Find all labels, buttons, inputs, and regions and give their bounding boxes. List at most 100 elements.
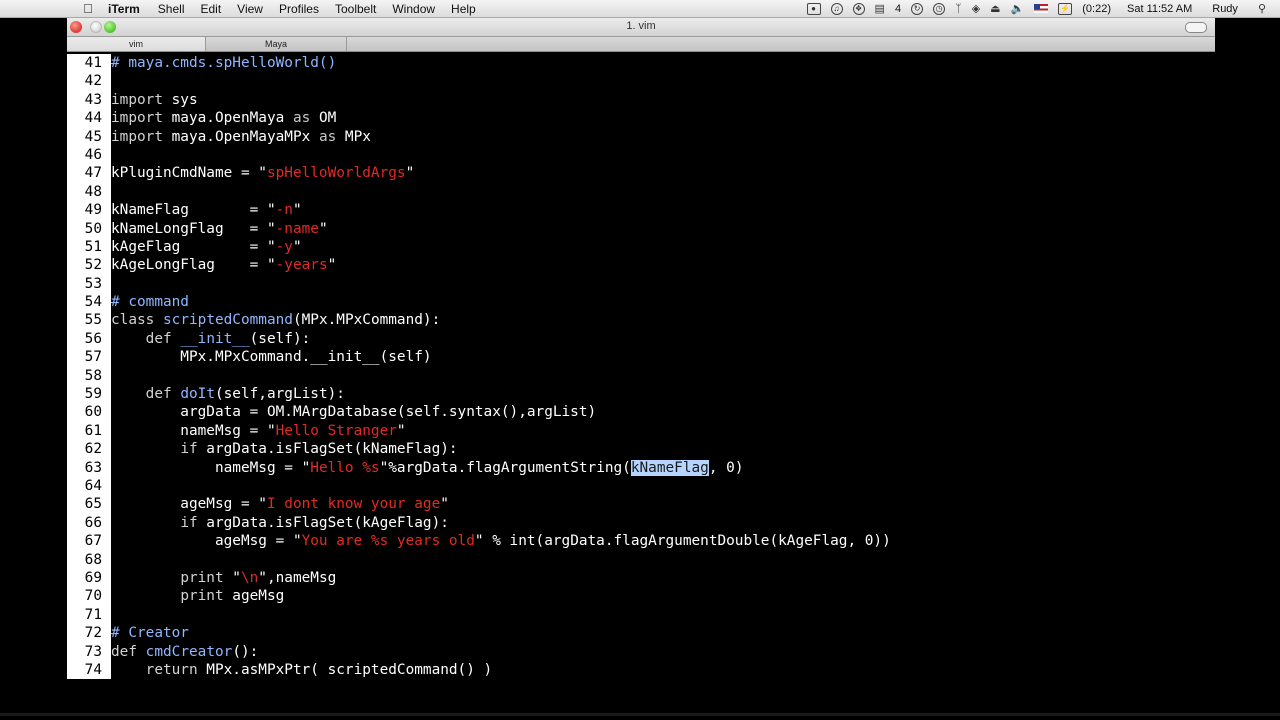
code-text: kAgeLongFlag = "-years" xyxy=(111,256,336,274)
line-number: 50 xyxy=(67,219,111,238)
code-text: import sys xyxy=(111,91,198,109)
line-number: 61 xyxy=(67,421,111,441)
menu-app-iterm[interactable]: iTerm xyxy=(108,2,140,16)
menu-help[interactable]: Help xyxy=(451,2,476,16)
code-token: -name xyxy=(275,220,319,237)
spaces-number: 4 xyxy=(894,2,902,15)
code-token: maya.OpenMayaMPx xyxy=(162,128,319,145)
code-token: -n xyxy=(275,202,293,219)
spotlight-search-icon[interactable]: ⚲ xyxy=(1258,3,1266,14)
code-token: return xyxy=(145,661,198,678)
code-token: doIt xyxy=(180,386,215,403)
code-token: cmdCreator xyxy=(145,643,233,660)
spaces-icon[interactable]: ▤ xyxy=(875,3,885,14)
line-number: 69 xyxy=(67,568,111,588)
code-token: as xyxy=(292,110,311,127)
code-text: import maya.OpenMayaMPx as MPx xyxy=(111,128,371,146)
line-number: 59 xyxy=(67,385,111,404)
volume-icon[interactable]: 🔈 xyxy=(1011,3,1025,14)
code-text: if argData.isFlagSet(kNameFlag): xyxy=(111,440,458,458)
code-text: def cmdCreator(): xyxy=(111,643,258,661)
code-token: # command xyxy=(111,294,189,311)
us-flag-input-icon[interactable] xyxy=(1034,4,1049,13)
eject-icon[interactable]: ⏏ xyxy=(990,3,1000,14)
menu-edit[interactable]: Edit xyxy=(200,2,221,16)
tab-vim[interactable]: vim xyxy=(67,37,206,51)
code-token: maya.OpenMaya xyxy=(162,110,293,127)
screen-recorder-icon[interactable]: ● xyxy=(806,2,821,15)
apple-menu-icon[interactable]:  xyxy=(80,1,96,16)
menu-bar:  iTerm Shell Edit View Profiles Toolbel… xyxy=(0,0,1280,18)
code-token: " xyxy=(405,165,415,182)
line-number: 72 xyxy=(67,624,111,643)
code-token: "%argData.flagArgumentString( xyxy=(379,459,631,476)
code-token: " xyxy=(440,496,449,513)
clock[interactable]: Sat 11:52 AM xyxy=(1127,3,1192,15)
code-token: I dont know your age xyxy=(266,496,441,513)
line-number: 73 xyxy=(67,642,111,661)
code-text: def __init__(self): xyxy=(111,330,311,348)
code-token: import xyxy=(111,91,163,108)
wifi-icon[interactable]: ◈ xyxy=(972,3,980,14)
code-token: MPx.MPxCommand.__init__(self) xyxy=(111,349,432,366)
line-number: 67 xyxy=(67,532,111,551)
code-token: " xyxy=(292,202,302,219)
code-token: if xyxy=(180,441,198,458)
code-token: __init__ xyxy=(180,330,250,347)
code-text: kPluginCmdName = "spHelloWorldArgs" xyxy=(111,164,414,182)
line-number: 42 xyxy=(67,72,111,91)
line-number: 52 xyxy=(67,256,111,275)
bluetooth-icon[interactable]: ᛉ xyxy=(955,3,962,14)
code-token: as xyxy=(318,128,337,145)
title-bar[interactable]: 1. vim xyxy=(67,18,1215,37)
line-number: 65 xyxy=(67,495,111,514)
line-number: 64 xyxy=(67,476,111,496)
vim-editor[interactable]: 41 # maya.cmds.spHelloWorld() 42 43 import s… xyxy=(67,52,1215,680)
selected-text: kNameFlag xyxy=(630,459,709,476)
dropbox-icon[interactable]: ❖ xyxy=(852,2,865,15)
code-token: -y xyxy=(275,238,293,255)
code-token: ageMsg = " xyxy=(111,496,267,513)
code-token: " xyxy=(292,238,302,255)
battery-icon[interactable]: ⚡ xyxy=(1058,2,1073,15)
toolbar-toggle-button[interactable] xyxy=(1185,22,1207,33)
menu-shell[interactable]: Shell xyxy=(158,2,185,16)
user-name[interactable]: Rudy xyxy=(1212,3,1238,15)
sync-icon[interactable]: ↻ xyxy=(911,2,924,15)
code-token: argData.isFlagSet(kNameFlag): xyxy=(197,441,458,458)
code-token: def xyxy=(145,330,172,347)
code-token: Hello Stranger xyxy=(275,422,397,439)
line-number: 71 xyxy=(67,605,111,625)
code-token: kAgeLongFlag = " xyxy=(111,257,276,274)
code-token: import xyxy=(111,110,163,127)
code-token: argData = OM.MArgDatabase(self.syntax(),… xyxy=(111,404,597,421)
tab-bar: vim Maya xyxy=(67,37,1215,52)
line-number: 66 xyxy=(67,513,111,533)
menu-toolbelt[interactable]: Toolbelt xyxy=(335,2,376,16)
menu-profiles[interactable]: Profiles xyxy=(279,2,319,16)
code-token: if xyxy=(180,514,198,531)
code-token: OM xyxy=(310,110,337,127)
tab-maya[interactable]: Maya xyxy=(206,37,347,51)
code-text: print "\n",nameMsg xyxy=(111,569,336,587)
battery-time: (0:22) xyxy=(1082,2,1112,15)
code-text: class scriptedCommand(MPx.MPxCommand): xyxy=(111,311,440,329)
code-token: " xyxy=(318,220,328,237)
status-area: ● ♫ ❖ ▤ 4 ↻ ◷ ᛉ ◈ ⏏ 🔈 ⚡ (0:22) Sat 11:52… xyxy=(806,0,1266,17)
menu-view[interactable]: View xyxy=(237,2,263,16)
code-token: Hello %s xyxy=(310,459,380,476)
code-text: kAgeFlag = "-y" xyxy=(111,238,302,256)
code-token: def xyxy=(145,386,172,403)
headphones-icon[interactable]: ♫ xyxy=(830,2,843,15)
code-token: ageMsg xyxy=(223,588,285,605)
code-token: " xyxy=(396,422,406,439)
code-text: if argData.isFlagSet(kAgeFlag): xyxy=(111,514,449,532)
code-text: # Creator xyxy=(111,624,189,642)
line-number: 41 xyxy=(67,54,111,73)
menu-window[interactable]: Window xyxy=(392,2,435,16)
line-number: 74 xyxy=(67,660,111,680)
time-machine-icon[interactable]: ◷ xyxy=(933,2,946,15)
